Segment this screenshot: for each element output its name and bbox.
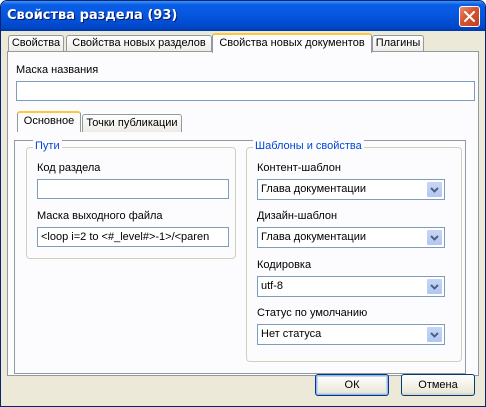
- mask-input[interactable]: [16, 81, 475, 101]
- tab-plugins[interactable]: Плагины: [372, 35, 424, 52]
- templates-group: Шаблоны и свойства Контент-шаблон Глава …: [246, 140, 462, 362]
- design-template-value: Глава документации: [261, 231, 366, 243]
- output-mask-input[interactable]: <loop i=2 to <#_level#>-1>/<paren: [37, 227, 229, 247]
- dropdown-arrow-icon[interactable]: [426, 326, 443, 343]
- content-template-value: Глава документации: [261, 183, 366, 195]
- tab-main[interactable]: Основное: [17, 111, 81, 132]
- encoding-select[interactable]: utf-8: [257, 276, 445, 297]
- section-code-input[interactable]: [37, 179, 229, 199]
- tab-new-documents[interactable]: Свойства новых документов: [212, 33, 372, 53]
- dropdown-arrow-icon[interactable]: [426, 229, 443, 246]
- dialog-window: Свойства раздела (93) Свойства Свойства …: [0, 0, 486, 407]
- content-template-label: Контент-шаблон: [257, 162, 341, 174]
- tab-new-sections[interactable]: Свойства новых разделов: [66, 35, 212, 52]
- cancel-button[interactable]: Отмена: [401, 374, 475, 396]
- window-title: Свойства раздела (93): [7, 8, 178, 23]
- close-button[interactable]: [459, 6, 480, 27]
- encoding-label: Кодировка: [257, 259, 312, 271]
- dialog-body: Свойства Свойства новых разделов Свойств…: [4, 31, 482, 404]
- paths-group: Пути Код раздела Маска выходного файла <…: [26, 140, 236, 259]
- default-status-value: Нет статуса: [261, 328, 322, 340]
- section-code-label: Код раздела: [37, 162, 101, 174]
- tab-publish-points[interactable]: Точки публикации: [82, 114, 182, 132]
- encoding-value: utf-8: [261, 280, 284, 292]
- inner-tab-panel: Пути Код раздела Маска выходного файла <…: [14, 140, 466, 374]
- default-status-label: Статус по умолчанию: [257, 307, 368, 319]
- output-mask-label: Маска выходного файла: [37, 210, 163, 222]
- mask-label: Маска названия: [16, 64, 99, 76]
- templates-legend: Шаблоны и свойства: [253, 140, 364, 152]
- tab-properties[interactable]: Свойства: [8, 35, 64, 52]
- content-template-select[interactable]: Глава документации: [257, 179, 445, 200]
- default-status-select[interactable]: Нет статуса: [257, 324, 445, 345]
- paths-legend: Пути: [33, 140, 62, 152]
- dropdown-arrow-icon[interactable]: [426, 278, 443, 295]
- ok-button[interactable]: ОК: [315, 374, 389, 396]
- title-bar[interactable]: Свойства раздела (93): [1, 1, 485, 31]
- dropdown-arrow-icon[interactable]: [426, 181, 443, 198]
- design-template-select[interactable]: Глава документации: [257, 227, 445, 248]
- close-icon: [464, 11, 475, 22]
- design-template-label: Дизайн-шаблон: [257, 210, 338, 222]
